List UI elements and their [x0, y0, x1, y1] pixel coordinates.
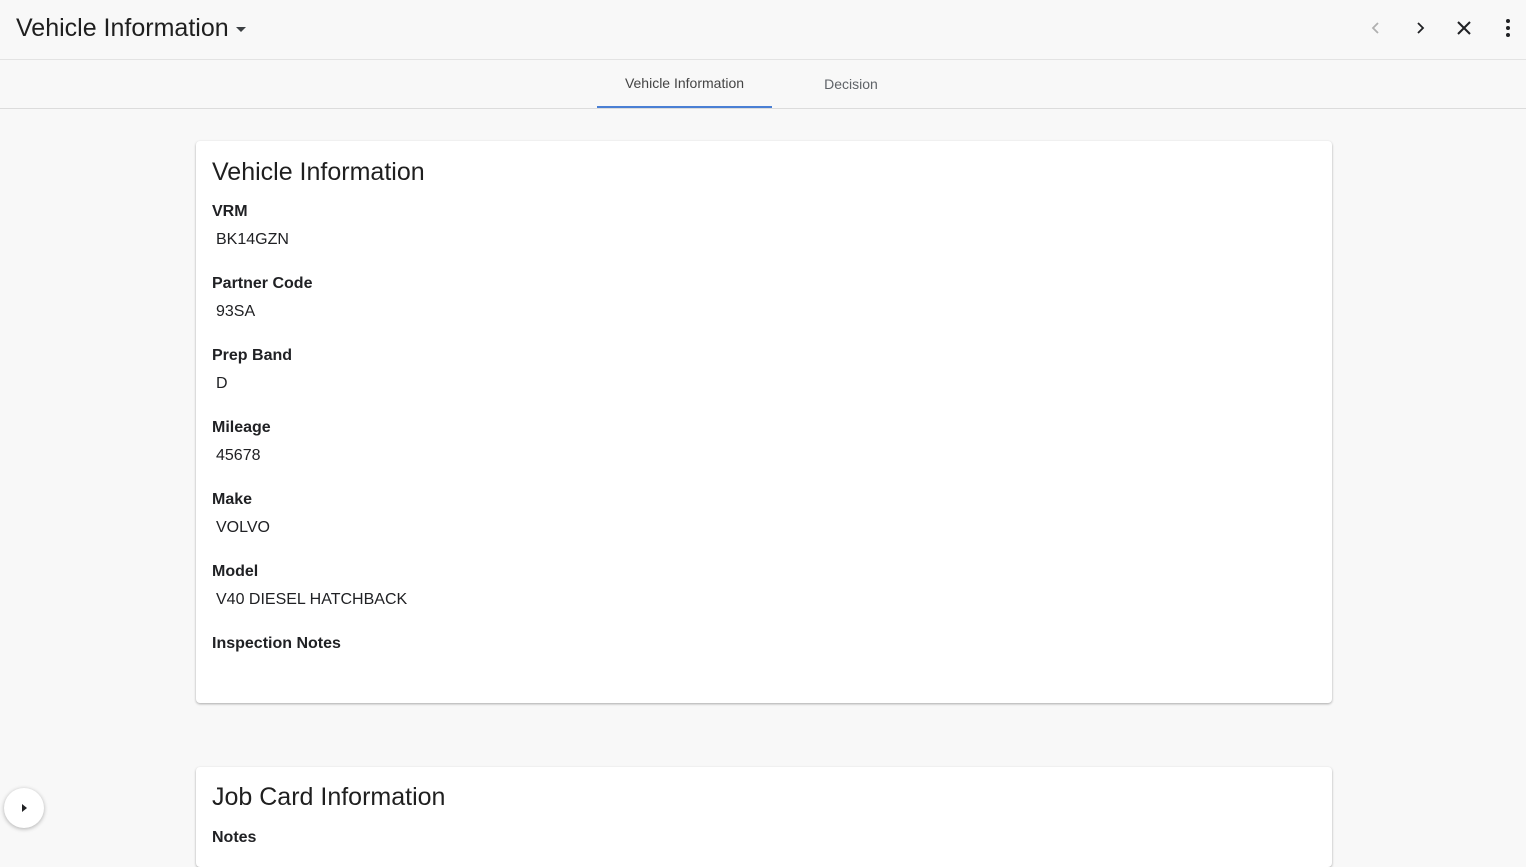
- tab-label: Decision: [824, 75, 878, 92]
- vehicle-information-card: Vehicle Information VRM BK14GZN Partner …: [196, 141, 1332, 703]
- field-label-inspection-notes: Inspection Notes: [212, 635, 341, 652]
- close-button[interactable]: [1448, 12, 1480, 44]
- card-title: Vehicle Information: [212, 158, 425, 186]
- page-title: Vehicle Information: [16, 13, 229, 42]
- tab-vehicle-information[interactable]: Vehicle Information: [597, 60, 772, 108]
- field-label-mileage: Mileage: [212, 419, 271, 436]
- caret-down-icon: [235, 27, 246, 32]
- app-header: Vehicle Information: [0, 0, 1526, 60]
- more-options-button[interactable]: [1492, 12, 1524, 44]
- page-title-dropdown[interactable]: Vehicle Information: [16, 10, 246, 46]
- field-value-make: VOLVO: [216, 519, 270, 536]
- field-label-make: Make: [212, 491, 253, 508]
- field-value-model: V40 DIESEL HATCHBACK: [216, 591, 408, 608]
- caret-right-icon: [22, 804, 27, 812]
- chevron-right-icon: [1417, 22, 1425, 34]
- tab-decision[interactable]: Decision: [772, 60, 930, 107]
- previous-button[interactable]: [1360, 12, 1392, 44]
- field-label-model: Model: [212, 563, 259, 580]
- field-label-vrm: VRM: [212, 203, 248, 220]
- field-label-notes: Notes: [212, 829, 257, 846]
- field-label-partner-code: Partner Code: [212, 275, 313, 292]
- field-value-partner-code: 93SA: [216, 303, 256, 320]
- tab-label: Vehicle Information: [624, 75, 745, 91]
- job-card-information-card: Job Card Information Notes: [196, 767, 1332, 867]
- field-value-vrm: BK14GZN: [216, 231, 289, 248]
- field-value-prep-band: D: [216, 375, 228, 392]
- more-vert-icon: [1506, 19, 1510, 37]
- close-icon: [1457, 21, 1471, 35]
- expand-panel-button[interactable]: [4, 788, 44, 828]
- field-label-prep-band: Prep Band: [212, 347, 293, 364]
- field-value-mileage: 45678: [216, 447, 261, 464]
- next-button[interactable]: [1404, 12, 1436, 44]
- tab-bar: Vehicle Information Decision: [0, 60, 1526, 109]
- chevron-left-icon: [1371, 22, 1379, 34]
- card-title: Job Card Information: [212, 783, 446, 811]
